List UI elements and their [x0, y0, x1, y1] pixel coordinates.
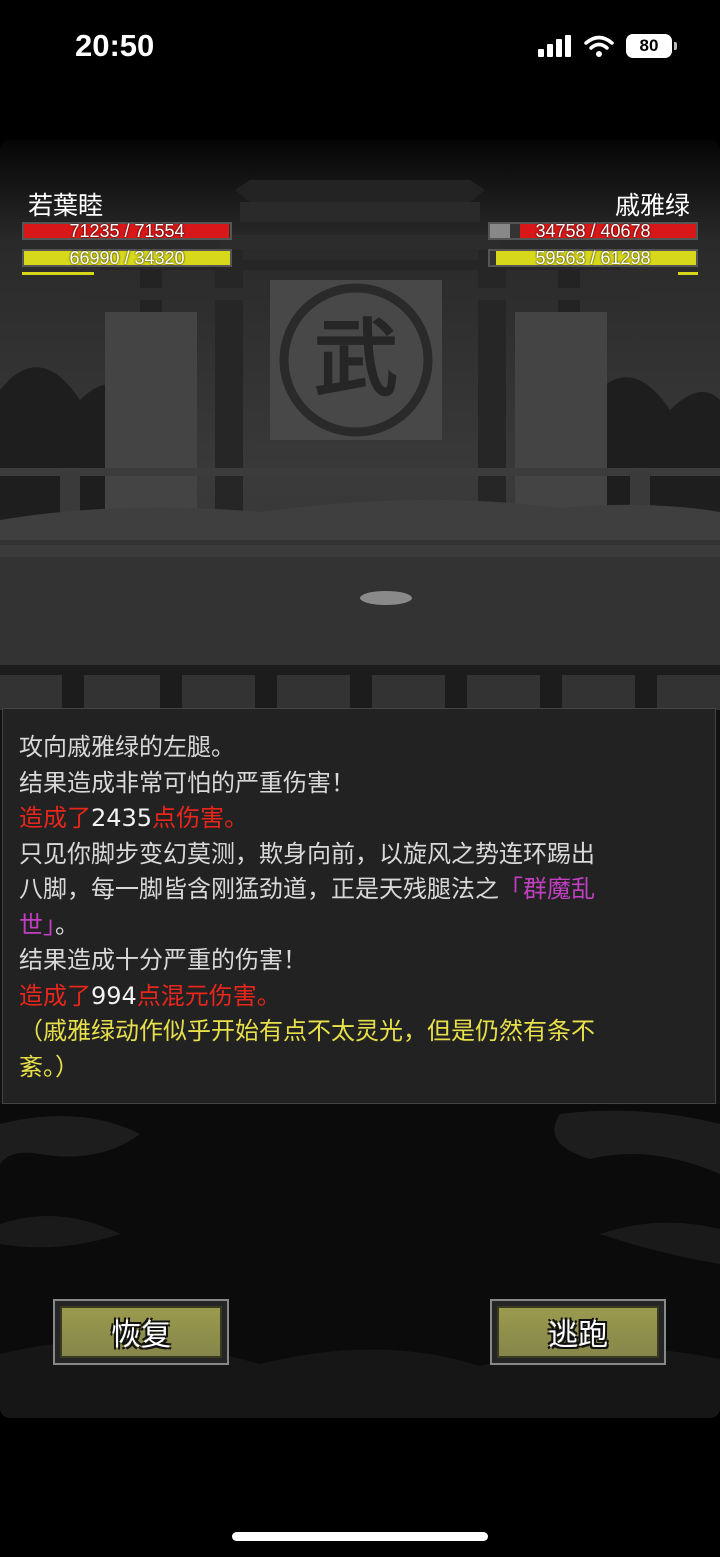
- log-line: 世」。: [19, 908, 701, 944]
- status-time: 20:50: [75, 28, 155, 63]
- log-damage-prefix: 造成了: [19, 804, 91, 832]
- log-damage-number: 2435: [91, 804, 153, 832]
- flee-button[interactable]: 逃跑: [490, 1299, 666, 1365]
- log-text: 。: [55, 910, 79, 939]
- battle-scene: 武 若葉睦 71235 / 71554 66990 / 34320 戚雅绿 34…: [0, 140, 720, 710]
- log-damage-suffix: 点伤害。: [152, 804, 249, 832]
- player-hp-text: 71235 / 71554: [69, 221, 185, 241]
- log-skill-name: 世」: [19, 910, 55, 939]
- log-damage-prefix: 造成了: [19, 981, 91, 1010]
- battle-log[interactable]: 攻向戚雅绿的左腿。 结果造成非常可怕的严重伤害！ 造成了2435点伤害。 只见你…: [2, 708, 716, 1104]
- log-line: 结果造成十分严重的伤害！: [19, 946, 307, 974]
- flee-button-label: 逃跑: [497, 1306, 659, 1358]
- battle-log-text: 攻向戚雅绿的左腿。 结果造成非常可怕的严重伤害！ 造成了2435点伤害。 只见你…: [19, 730, 701, 1085]
- player-hp-bar: 71235 / 71554: [22, 221, 232, 241]
- player-charge-line: [22, 272, 94, 275]
- cellular-signal-icon: [538, 35, 571, 57]
- status-bar: 20:50 80: [0, 0, 720, 95]
- player-name: 若葉睦: [28, 191, 104, 220]
- player-mp-text: 66990 / 34320: [69, 248, 185, 268]
- action-area: 恢复 逃跑: [0, 1104, 720, 1418]
- log-line: 只见你脚步变幻莫测，欺身向前，以旋风之势连环踢出: [19, 839, 595, 868]
- log-line: 攻向戚雅绿的左腿。: [19, 733, 235, 761]
- wifi-icon: [584, 35, 614, 57]
- game-frame: 武 若葉睦 71235 / 71554 66990 / 34320 戚雅绿 34…: [0, 140, 720, 1418]
- log-line: 结果造成非常可怕的严重伤害！: [19, 768, 355, 797]
- recover-button-label: 恢复: [60, 1306, 222, 1358]
- enemy-hp-bar: 34758 / 40678: [488, 221, 698, 241]
- log-skill-name: 「群魔乱: [499, 875, 595, 903]
- recover-button[interactable]: 恢复: [53, 1299, 229, 1365]
- log-line: 造成了2435点伤害。: [19, 801, 701, 837]
- log-status-line: 紊。）: [19, 1052, 79, 1081]
- enemy-charge-line: [678, 272, 698, 275]
- log-line: 造成了994点混元伤害。: [19, 979, 701, 1015]
- enemy-hp-text: 34758 / 40678: [535, 221, 651, 241]
- player-mp-bar: 66990 / 34320: [22, 248, 232, 268]
- log-damage-number: 994: [91, 981, 137, 1010]
- log-status-line: （戚雅绿动作似乎开始有点不太灵光，但是仍然有条不: [19, 1017, 595, 1045]
- log-text: 八脚，每一脚皆含刚猛劲道，正是天残腿法之: [19, 875, 499, 903]
- enemy-name: 戚雅绿: [614, 191, 690, 220]
- battery-icon: 80: [626, 34, 677, 58]
- log-damage-suffix: 点混元伤害。: [136, 981, 281, 1010]
- home-indicator[interactable]: [232, 1532, 488, 1541]
- gate-sign-glyph: 武: [313, 309, 398, 408]
- enemy-mp-text: 59563 / 61298: [535, 248, 651, 268]
- log-line: 八脚，每一脚皆含刚猛劲道，正是天残腿法之「群魔乱: [19, 872, 701, 908]
- enemy-mp-bar: 59563 / 61298: [488, 248, 698, 268]
- status-icons: 80: [538, 34, 677, 58]
- smoke-decoration: [0, 1110, 720, 1418]
